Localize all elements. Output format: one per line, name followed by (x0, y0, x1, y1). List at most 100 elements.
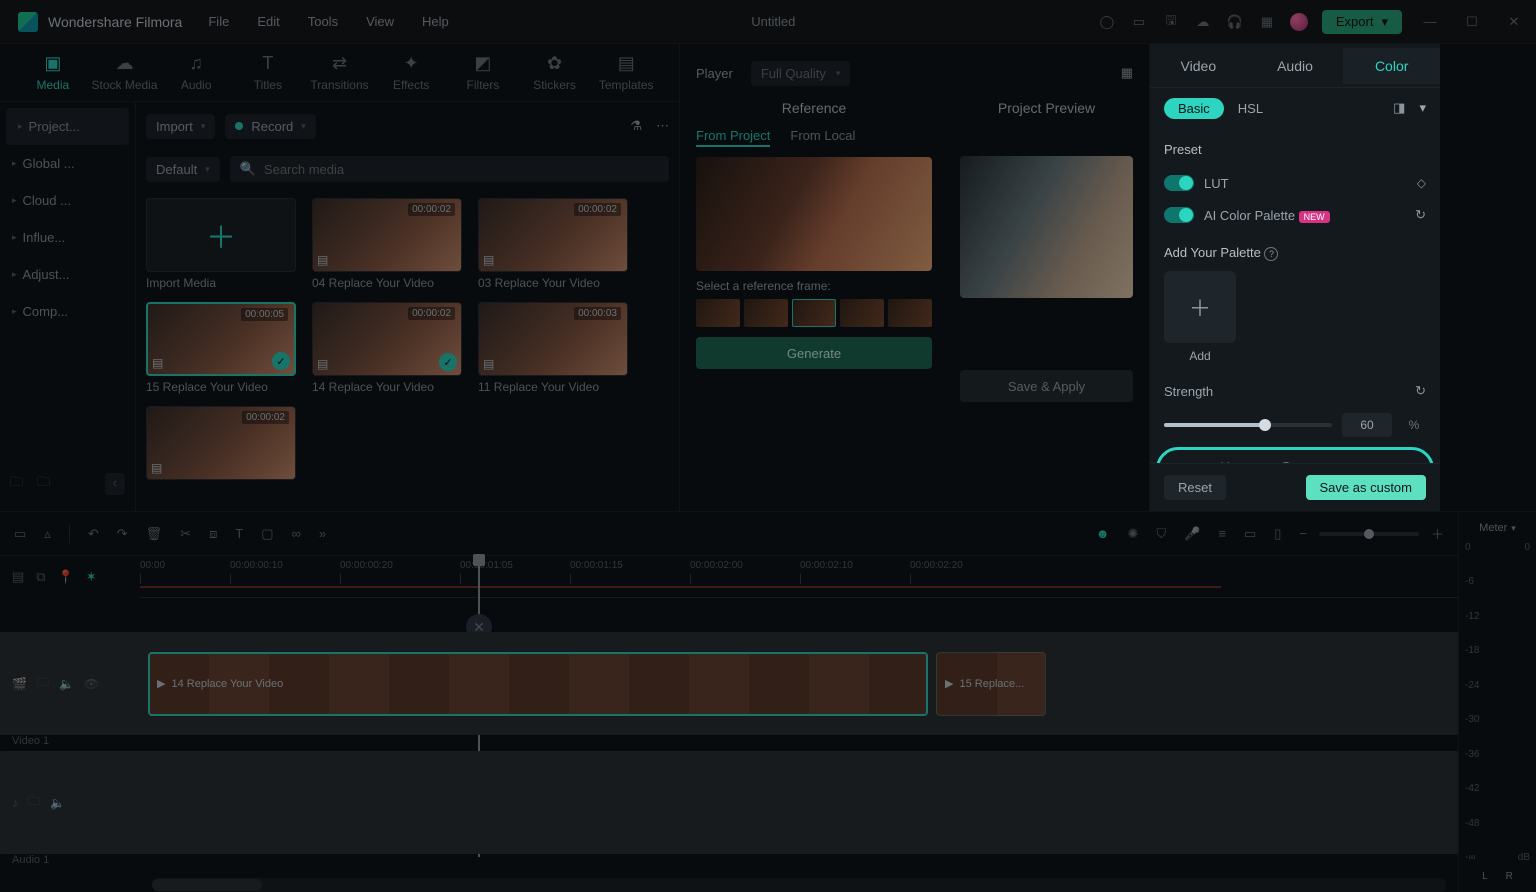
redo-icon[interactable]: ↷ (117, 526, 128, 542)
import-dropdown[interactable]: Import▾ (146, 114, 215, 139)
folder-icon[interactable]: 🗀 (28, 792, 40, 813)
split-icon[interactable]: ✂ (180, 526, 191, 542)
mute-icon[interactable]: 🔈 (59, 677, 74, 691)
video-clip[interactable]: ▶14 Replace Your Video (148, 652, 928, 716)
add-palette-button[interactable]: ＋ (1164, 271, 1236, 343)
video-clip[interactable]: ▶15 Replace... (936, 652, 1046, 716)
cloud-icon[interactable]: ☁ (1194, 13, 1212, 31)
track-add-icon[interactable]: ▤ (12, 569, 24, 585)
delete-icon[interactable]: 🗑 (146, 526, 163, 542)
apps-icon[interactable]: ▦ (1258, 13, 1276, 31)
tree-adjust[interactable]: Adjust... (0, 256, 135, 293)
ref-frame[interactable] (888, 299, 932, 327)
media-item[interactable]: 00:00:03▤ (478, 302, 628, 376)
project-preview[interactable] (960, 156, 1133, 298)
text-icon[interactable]: T (235, 526, 243, 541)
inspector-tab-video[interactable]: Video (1150, 48, 1247, 84)
meter-label[interactable]: Meter ▾ (1479, 522, 1516, 534)
tree-project[interactable]: Project... (6, 108, 129, 145)
tree-influencer[interactable]: Influe... (0, 219, 135, 256)
menu-file[interactable]: File (208, 14, 229, 29)
generate-button[interactable]: Generate (696, 337, 932, 369)
ref-frame[interactable] (744, 299, 788, 327)
track-pin-icon[interactable]: 📍 (58, 569, 74, 585)
media-item[interactable]: 00:00:02▤✓ (312, 302, 462, 376)
timeline-scrollbar[interactable] (152, 878, 1446, 892)
subtab-hsl[interactable]: HSL (1238, 101, 1263, 116)
media-item[interactable]: 00:00:05▤✓ (146, 302, 296, 376)
tab-filters[interactable]: ◩Filters (448, 53, 518, 92)
search-input[interactable] (264, 162, 659, 177)
ai-palette-toggle[interactable] (1164, 207, 1194, 223)
tree-global[interactable]: Global ... (0, 145, 135, 182)
tab-stickers[interactable]: ✿Stickers (520, 53, 590, 92)
audio-lane[interactable] (140, 788, 1458, 818)
reset-button[interactable]: Reset (1164, 475, 1226, 500)
more-tools-icon[interactable]: » (319, 526, 326, 541)
new-folder-icon[interactable]: 🗀 (10, 473, 23, 495)
sort-dropdown[interactable]: Default▾ (146, 157, 220, 182)
ref-frame[interactable] (840, 299, 884, 327)
subtab-basic[interactable]: Basic (1164, 98, 1224, 119)
window-close[interactable]: ✕ (1500, 14, 1528, 30)
enhance-icon[interactable]: ✺ (1127, 526, 1138, 542)
menu-help[interactable]: Help (422, 14, 449, 29)
tree-cloud[interactable]: Cloud ... (0, 182, 135, 219)
tree-compound[interactable]: Comp... (0, 293, 135, 330)
tab-audio[interactable]: ♫Audio (161, 53, 231, 92)
compare-icon[interactable]: ◨ (1393, 100, 1405, 116)
strength-knob[interactable] (1259, 419, 1271, 431)
link-icon[interactable]: ∞ (292, 526, 301, 541)
record-status-icon[interactable]: ◯ (1098, 13, 1116, 31)
ref-frame[interactable] (696, 299, 740, 327)
tool-expand-icon[interactable]: ▭ (14, 526, 26, 542)
tab-stock-media[interactable]: ☁Stock Media (90, 53, 160, 92)
zoom-slider[interactable] (1319, 532, 1419, 536)
ref-frame[interactable] (792, 299, 836, 327)
video-track-icon[interactable]: 🎬 (12, 677, 27, 691)
more-icon[interactable]: ⋯ (656, 118, 669, 134)
help-icon[interactable]: ? (1279, 462, 1293, 463)
zoom-in-icon[interactable]: ＋ (1431, 524, 1444, 543)
strength-value[interactable]: 60 (1342, 413, 1392, 437)
window-maximize[interactable]: ☐ (1458, 14, 1486, 30)
lut-toggle[interactable] (1164, 175, 1194, 191)
headset-icon[interactable]: 🎧 (1226, 13, 1244, 31)
menu-tools[interactable]: Tools (308, 14, 338, 29)
mute-icon[interactable]: 🔈 (50, 796, 65, 810)
tab-effects[interactable]: ✦Effects (376, 53, 446, 92)
inspector-tab-color[interactable]: Color (1343, 48, 1440, 84)
tab-transitions[interactable]: ⇄Transitions (305, 53, 375, 92)
window-minimize[interactable]: — (1416, 14, 1444, 29)
frame-icon[interactable]: ▢ (261, 526, 273, 542)
save-as-custom-button[interactable]: Save as custom (1306, 475, 1427, 500)
ai-face-icon[interactable]: ☻ (1096, 526, 1110, 541)
undo-icon[interactable]: ↶ (88, 526, 99, 542)
shield-icon[interactable]: ⛉ (1156, 526, 1166, 542)
save-icon[interactable]: 🖫 (1162, 13, 1180, 31)
menu-edit[interactable]: Edit (257, 14, 279, 29)
device-icon[interactable]: ▯ (1274, 526, 1281, 542)
reset-strength-icon[interactable]: ↻ (1415, 383, 1426, 399)
audio-track-icon[interactable]: ♪ (12, 796, 18, 810)
zoom-out-icon[interactable]: − (1299, 526, 1307, 541)
reset-ai-palette-icon[interactable]: ↻ (1415, 207, 1426, 223)
reference-preview[interactable] (696, 157, 932, 271)
mic-icon[interactable]: 🎤 (1184, 526, 1200, 542)
timeline-ruler[interactable]: 00:00 00:00:00:10 00:00:00:20 00:00:01:0… (140, 556, 1458, 598)
video-lane[interactable]: ▶14 Replace Your Video ▶15 Replace... (140, 650, 1458, 718)
inspector-tab-audio[interactable]: Audio (1247, 48, 1344, 84)
search-media[interactable]: 🔍 (230, 156, 669, 182)
layout-icon[interactable]: ▦ (1121, 65, 1133, 81)
record-dropdown[interactable]: Record▾ (225, 114, 315, 139)
tab-templates[interactable]: ▤Templates (591, 53, 661, 92)
marker-icon[interactable]: ✶ (86, 569, 97, 585)
tab-from-local[interactable]: From Local (790, 128, 855, 147)
media-item[interactable]: 00:00:02▤ (146, 406, 296, 480)
media-item[interactable]: 00:00:02▤ (312, 198, 462, 272)
tab-media[interactable]: ▣Media (18, 53, 88, 92)
user-avatar[interactable] (1290, 13, 1308, 31)
tool-pointer-icon[interactable]: ▵ (44, 526, 51, 542)
folder-icon[interactable]: 🗀 (37, 673, 49, 694)
filter-icon[interactable]: ⚗ (630, 118, 642, 134)
